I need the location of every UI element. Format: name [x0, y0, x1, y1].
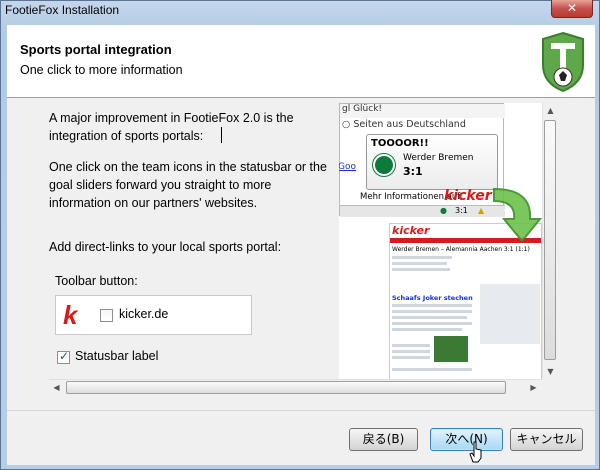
- toolbar-button-group: k kicker.de: [55, 295, 252, 335]
- preview-site-photo: [434, 336, 468, 362]
- preview-status-score: 3:1: [455, 206, 468, 215]
- preview-horizontal-scrollbar[interactable]: ◀ ▶: [49, 379, 542, 396]
- preview-site-match: Werder Bremen – Alemannia Aachen 3:1 (1:…: [392, 246, 530, 253]
- page-subtitle: One click to more information: [20, 63, 183, 77]
- preview-goal-popup: TOOOOR!! Werder Bremen 3:1: [366, 134, 498, 190]
- preview-arrow-icon: [493, 187, 542, 243]
- window-title: FootieFox Installation: [5, 3, 120, 17]
- text-caret: [221, 127, 222, 143]
- wizard-header: Sports portal integration One click to m…: [7, 25, 595, 98]
- preview-top-text: gl Glück!: [340, 104, 505, 118]
- preview-team-name: Werder Bremen: [403, 153, 474, 163]
- vertical-scroll-thumb[interactable]: [544, 120, 556, 360]
- horizontal-scroll-thumb[interactable]: [66, 381, 506, 394]
- back-button[interactable]: 戻る(B): [349, 428, 418, 451]
- preview-score: 3:1: [403, 165, 423, 178]
- scroll-right-icon[interactable]: ▶: [526, 380, 541, 395]
- werder-logo-icon: [373, 154, 395, 176]
- cancel-button[interactable]: キャンセル: [510, 428, 583, 451]
- scroll-down-icon[interactable]: ▼: [543, 364, 558, 379]
- kicker-checkbox-label[interactable]: kicker.de: [119, 307, 168, 321]
- direct-links-label: Add direct-links to your local sports po…: [49, 240, 282, 254]
- preview-statusbar: ● 3:1 ▲: [340, 205, 505, 217]
- preview-goal-text: TOOOOR!!: [371, 138, 429, 149]
- mouse-pointer-icon: [469, 441, 482, 463]
- kicker-logo-icon: k: [63, 300, 78, 330]
- preview-radio-icon: ○: [342, 119, 354, 130]
- button-separator: [7, 410, 595, 411]
- preview-browser: gl Glück! ○ Seiten aus Deutschland Goo T…: [339, 103, 505, 217]
- intro-paragraph: A major improvement in FootieFox 2.0 is …: [49, 111, 294, 143]
- preview-radio-text: Seiten aus Deutschland: [353, 119, 466, 130]
- next-button[interactable]: 次へ(N): [430, 428, 503, 451]
- preview-image: gl Glück! ○ Seiten aus Deutschland Goo T…: [339, 103, 542, 380]
- preview-status-team-icon: ●: [440, 206, 447, 215]
- footiefox-shield-logo: [542, 31, 584, 93]
- scroll-left-icon[interactable]: ◀: [49, 380, 64, 395]
- page-title: Sports portal integration: [20, 42, 172, 57]
- statusbar-label-text[interactable]: Statusbar label: [75, 349, 158, 363]
- kicker-checkbox[interactable]: [100, 309, 113, 322]
- preview-site-headline: Schaafs Joker stechen: [392, 294, 473, 302]
- description-paragraph: One click on the team icons in the statu…: [49, 160, 327, 210]
- preview-vertical-scrollbar[interactable]: ▲ ▼: [542, 103, 557, 380]
- installer-window: FootieFox Installation ✕ Sports portal i…: [0, 0, 600, 470]
- statusbar-label-checkbox[interactable]: [57, 349, 70, 364]
- toolbar-button-label: Toolbar button:: [55, 274, 138, 288]
- preview-site-logo: kicker: [392, 224, 430, 237]
- preview-left-link: Goo: [339, 162, 356, 172]
- scroll-up-icon[interactable]: ▲: [543, 103, 558, 118]
- preview-kicker-site: kicker Werder Bremen – Alemannia Aachen …: [389, 223, 542, 380]
- title-bar[interactable]: FootieFox Installation ✕: [1, 0, 599, 21]
- dialog-client: Sports portal integration One click to m…: [7, 25, 595, 465]
- close-button[interactable]: ✕: [551, 0, 593, 18]
